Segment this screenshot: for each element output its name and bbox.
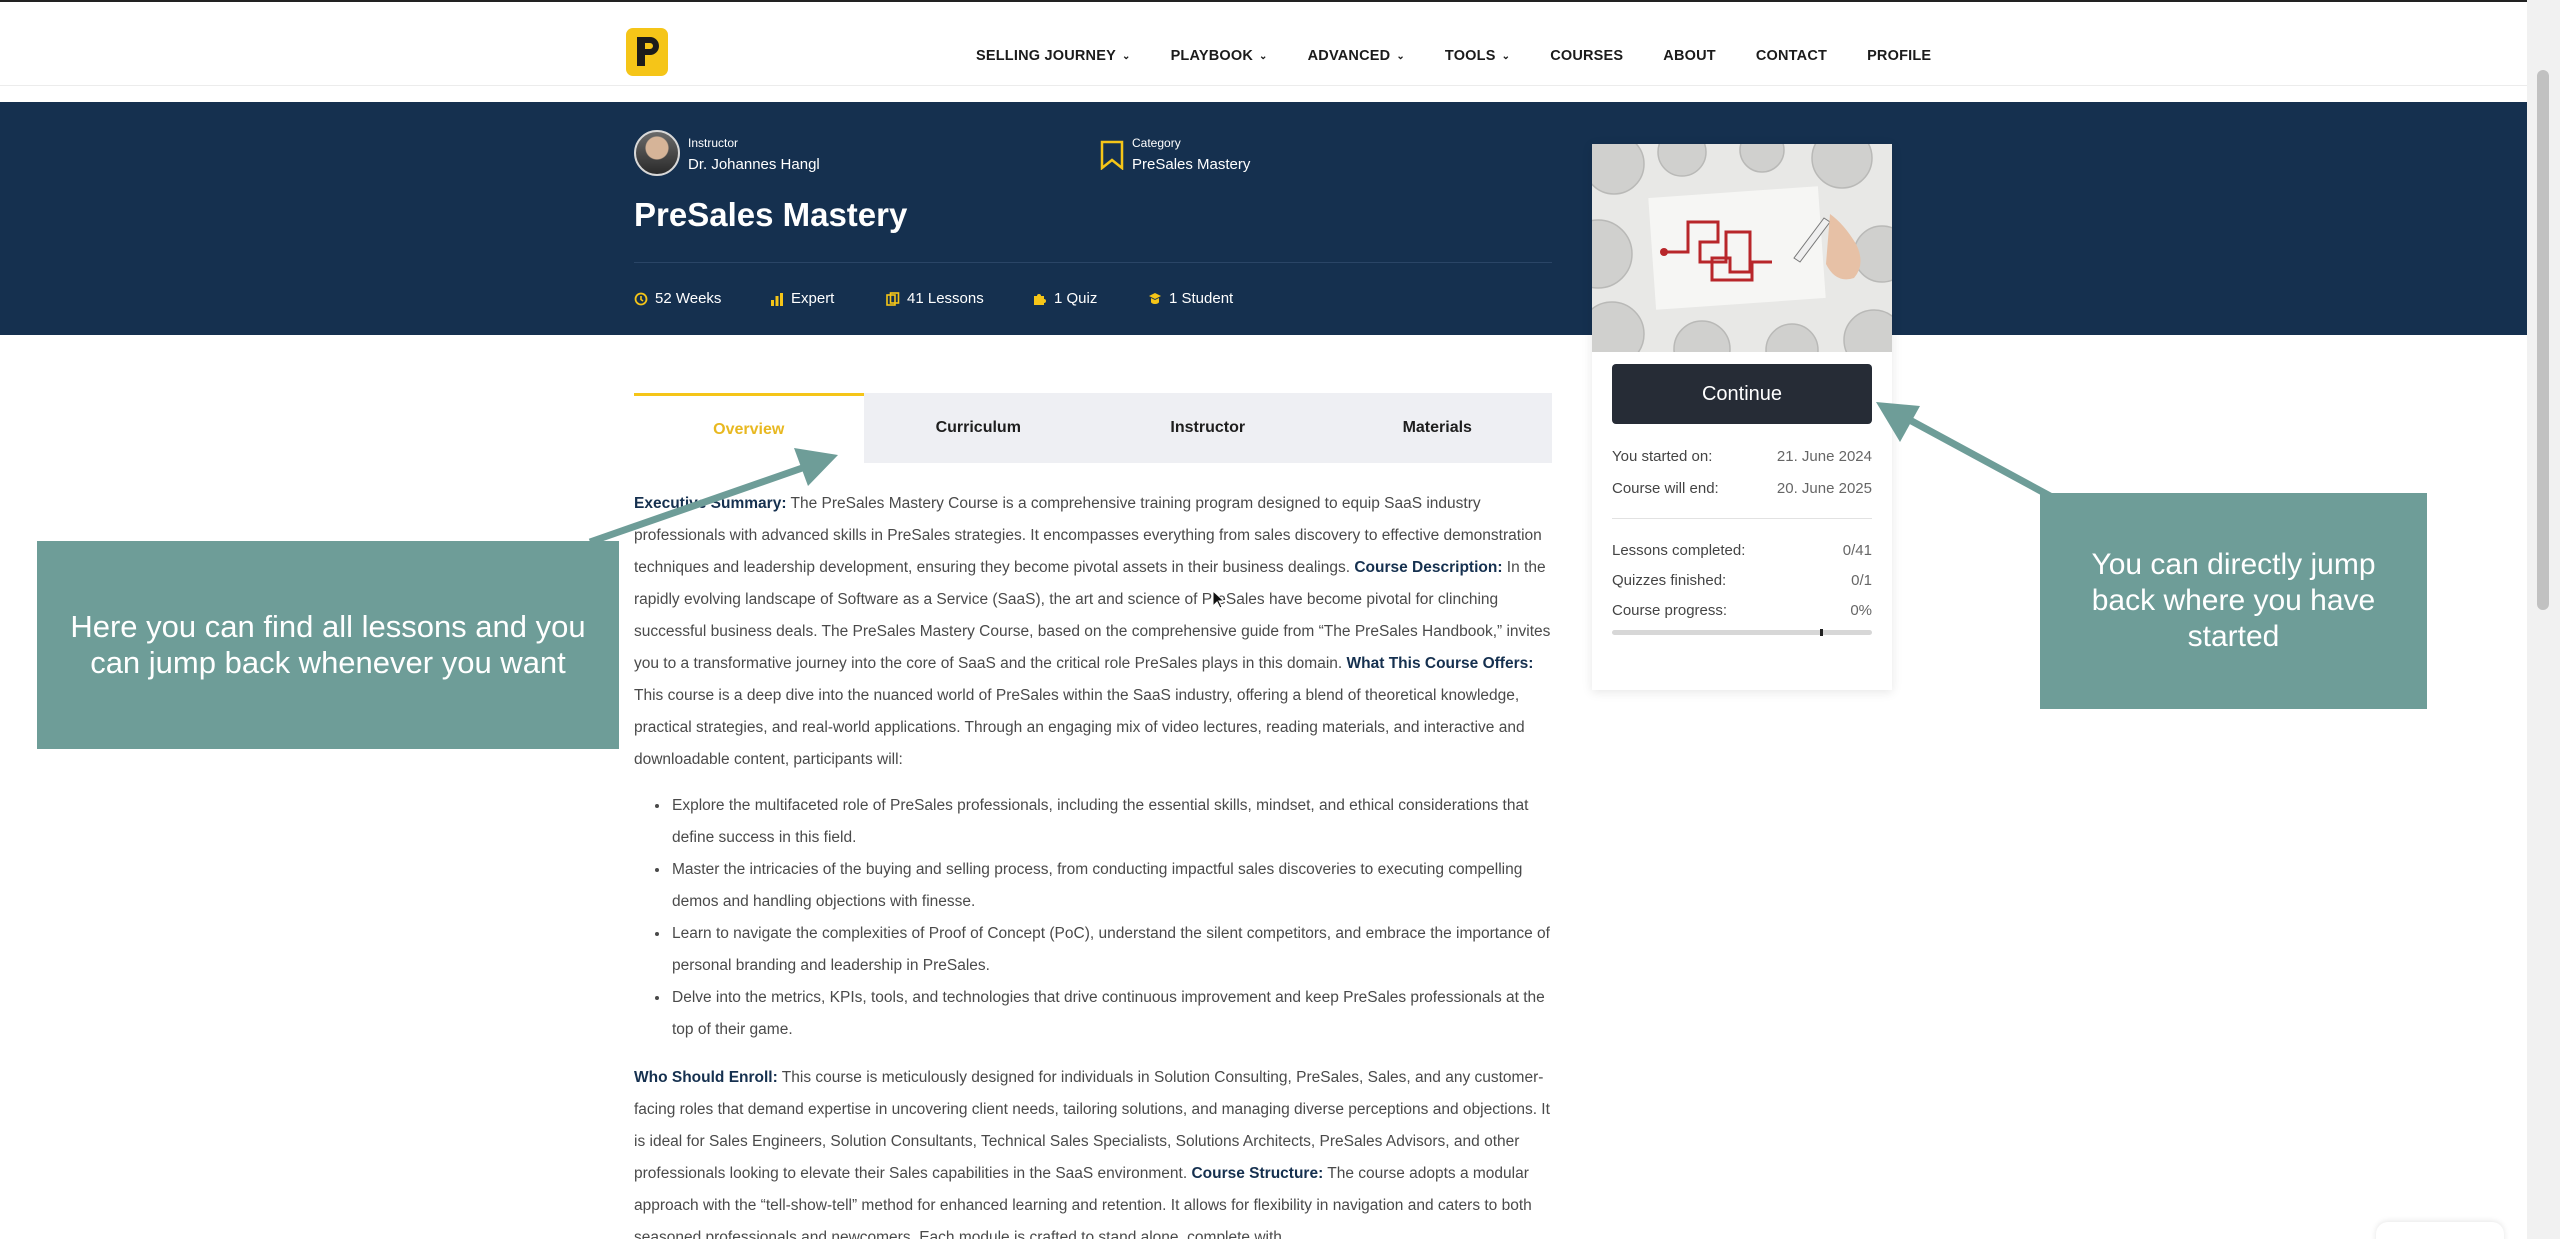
meta-lessons: 41 Lessons xyxy=(886,290,984,307)
progress-marker xyxy=(1820,629,1823,636)
lessons-completed-value: 0/41 xyxy=(1842,542,1872,559)
puzzle-icon xyxy=(1034,294,1046,305)
quizzes-finished-row: Quizzes finished: 0/1 xyxy=(1612,572,1872,589)
course-progress-bar xyxy=(1612,629,1872,636)
nav-item-playbook[interactable]: PLAYBOOK ⌄ xyxy=(1171,44,1268,68)
clock-icon xyxy=(634,292,648,305)
site-logo[interactable] xyxy=(626,28,668,76)
nav-item-selling-journey[interactable]: SELLING JOURNEY ⌄ xyxy=(976,44,1131,68)
nav-item-about[interactable]: ABOUT xyxy=(1663,44,1716,68)
banner-divider xyxy=(634,262,1552,263)
list-item: Master the intricacies of the buying and… xyxy=(670,854,1554,918)
course-progress-label: Course progress: xyxy=(1612,602,1728,619)
meta-level-text: Expert xyxy=(791,290,835,307)
list-item: Explore the multifaceted role of PreSale… xyxy=(670,790,1554,854)
nav-item-tools[interactable]: TOOLS ⌄ xyxy=(1445,44,1510,68)
graduation-icon xyxy=(1149,292,1161,304)
callout-continue-tip: You can directly jump back where you hav… xyxy=(2040,493,2427,709)
course-progress-value: 0% xyxy=(1850,602,1872,619)
quizzes-finished-value: 0/1 xyxy=(1851,572,1872,589)
category-name[interactable]: PreSales Mastery xyxy=(1132,156,1250,173)
list-item: Learn to navigate the complexities of Pr… xyxy=(670,918,1554,982)
nav-item-label: PLAYBOOK xyxy=(1170,48,1254,64)
course-header-banner xyxy=(0,102,2527,335)
who-should-enroll-heading: Who Should Enroll: xyxy=(634,1069,778,1086)
continue-button[interactable]: Continue xyxy=(1612,364,1872,424)
scrollbar-thumb[interactable] xyxy=(2537,70,2549,610)
nav-item-label: ABOUT xyxy=(1663,48,1716,64)
instructor-label: Instructor xyxy=(688,136,739,150)
page: SELLING JOURNEY ⌄ PLAYBOOK ⌄ ADVANCED ⌄ TOOLS ⌄… xyxy=(0,0,2560,1239)
course-title: PreSales Mastery xyxy=(634,196,908,233)
callout-continue-text: You can directly jump back where you hav… xyxy=(2091,548,2376,653)
nav-item-label: CONTACT xyxy=(1755,48,1828,64)
nav-item-label: ADVANCED xyxy=(1307,48,1391,64)
mouse-cursor-icon xyxy=(1212,590,1226,609)
bookmark-icon xyxy=(1100,140,1124,175)
meta-lessons-text: 41 Lessons xyxy=(907,290,984,307)
instructor-avatar xyxy=(634,130,680,176)
card-divider xyxy=(1612,518,1872,519)
main-menu: SELLING JOURNEY ⌄ PLAYBOOK ⌄ ADVANCED ⌄ TOOLS ⌄… xyxy=(976,44,1971,68)
meta-level: Expert xyxy=(770,290,834,307)
started-label: You started on: xyxy=(1612,448,1713,465)
tab-instructor[interactable]: Instructor xyxy=(1093,393,1323,463)
tab-materials[interactable]: Materials xyxy=(1323,393,1553,463)
nav-item-profile[interactable]: PROFILE xyxy=(1867,44,1931,68)
overview-paragraph-2: Who Should Enroll: This course is meticu… xyxy=(634,1062,1554,1239)
course-sidebar-card: Continue You started on: 21. June 2024 C… xyxy=(1592,144,1892,690)
chevron-down-icon: ⌄ xyxy=(1121,50,1131,62)
meta-quiz-text: 1 Quiz xyxy=(1054,290,1098,307)
tab-overview[interactable]: Overview xyxy=(634,393,864,463)
list-item: Delve into the metrics, KPIs, tools, and… xyxy=(670,982,1554,1046)
course-tabs: Overview Curriculum Instructor Materials xyxy=(634,393,1552,463)
course-offers-text: This course is a deep dive into the nuan… xyxy=(634,687,1525,768)
meta-students-text: 1 Student xyxy=(1169,290,1234,307)
meta-duration-text: 52 Weeks xyxy=(655,290,722,307)
copy-icon xyxy=(886,291,900,306)
end-label: Course will end: xyxy=(1612,480,1719,497)
category-label: Category xyxy=(1132,136,1181,150)
instructor-name[interactable]: Dr. Johannes Hangl xyxy=(688,156,820,173)
lessons-completed-row: Lessons completed: 0/41 xyxy=(1612,542,1872,559)
offers-list: Explore the multifaceted role of PreSale… xyxy=(650,790,1554,1046)
chat-widget[interactable] xyxy=(2376,1222,2504,1239)
meta-students: 1 Student xyxy=(1148,290,1233,307)
callout-lessons-text: Here you can find all lessons and you ca… xyxy=(70,609,586,680)
course-description-heading: Course Description: xyxy=(1354,559,1503,576)
nav-item-courses[interactable]: COURSES xyxy=(1550,44,1623,68)
bar-chart-icon xyxy=(771,292,783,306)
overview-content: Executive Summary: The PreSales Mastery … xyxy=(634,488,1554,1239)
meta-quiz: 1 Quiz xyxy=(1032,290,1097,307)
course-progress-row: Course progress: 0% xyxy=(1612,602,1872,619)
started-row: You started on: 21. June 2024 xyxy=(1612,448,1872,465)
end-value: 20. June 2025 xyxy=(1776,480,1872,497)
course-offers-heading: What This Course Offers: xyxy=(1346,655,1534,672)
callout-lessons-tip: Here you can find all lessons and you ca… xyxy=(37,541,619,749)
chevron-down-icon: ⌄ xyxy=(1501,50,1511,62)
nav-item-advanced[interactable]: ADVANCED ⌄ xyxy=(1308,44,1405,68)
arrow-to-continue xyxy=(1876,402,2052,500)
overview-paragraph-1: Executive Summary: The PreSales Mastery … xyxy=(634,488,1554,776)
nav-item-contact[interactable]: CONTACT xyxy=(1756,44,1827,68)
chevron-down-icon: ⌄ xyxy=(1396,50,1405,62)
nav-item-label: PROFILE xyxy=(1867,48,1932,64)
nav-item-label: COURSES xyxy=(1550,48,1624,64)
chevron-down-icon: ⌄ xyxy=(1259,50,1268,62)
end-row: Course will end: 20. June 2025 xyxy=(1612,480,1872,497)
nav-item-label: SELLING JOURNEY xyxy=(976,48,1116,64)
executive-summary-heading: Executive Summary: xyxy=(634,495,787,512)
top-navigation: SELLING JOURNEY ⌄ PLAYBOOK ⌄ ADVANCED ⌄ TOOLS ⌄… xyxy=(0,0,2527,86)
page-scrollbar[interactable] xyxy=(2527,0,2560,1239)
nav-item-label: TOOLS xyxy=(1444,48,1496,64)
started-value: 21. June 2024 xyxy=(1776,448,1872,465)
lessons-completed-label: Lessons completed: xyxy=(1612,542,1746,559)
meta-duration: 52 Weeks xyxy=(634,290,721,307)
tab-curriculum[interactable]: Curriculum xyxy=(864,393,1094,463)
course-thumbnail xyxy=(1592,144,1892,352)
quizzes-finished-label: Quizzes finished: xyxy=(1612,572,1727,589)
course-structure-heading: Course Structure: xyxy=(1191,1165,1324,1182)
